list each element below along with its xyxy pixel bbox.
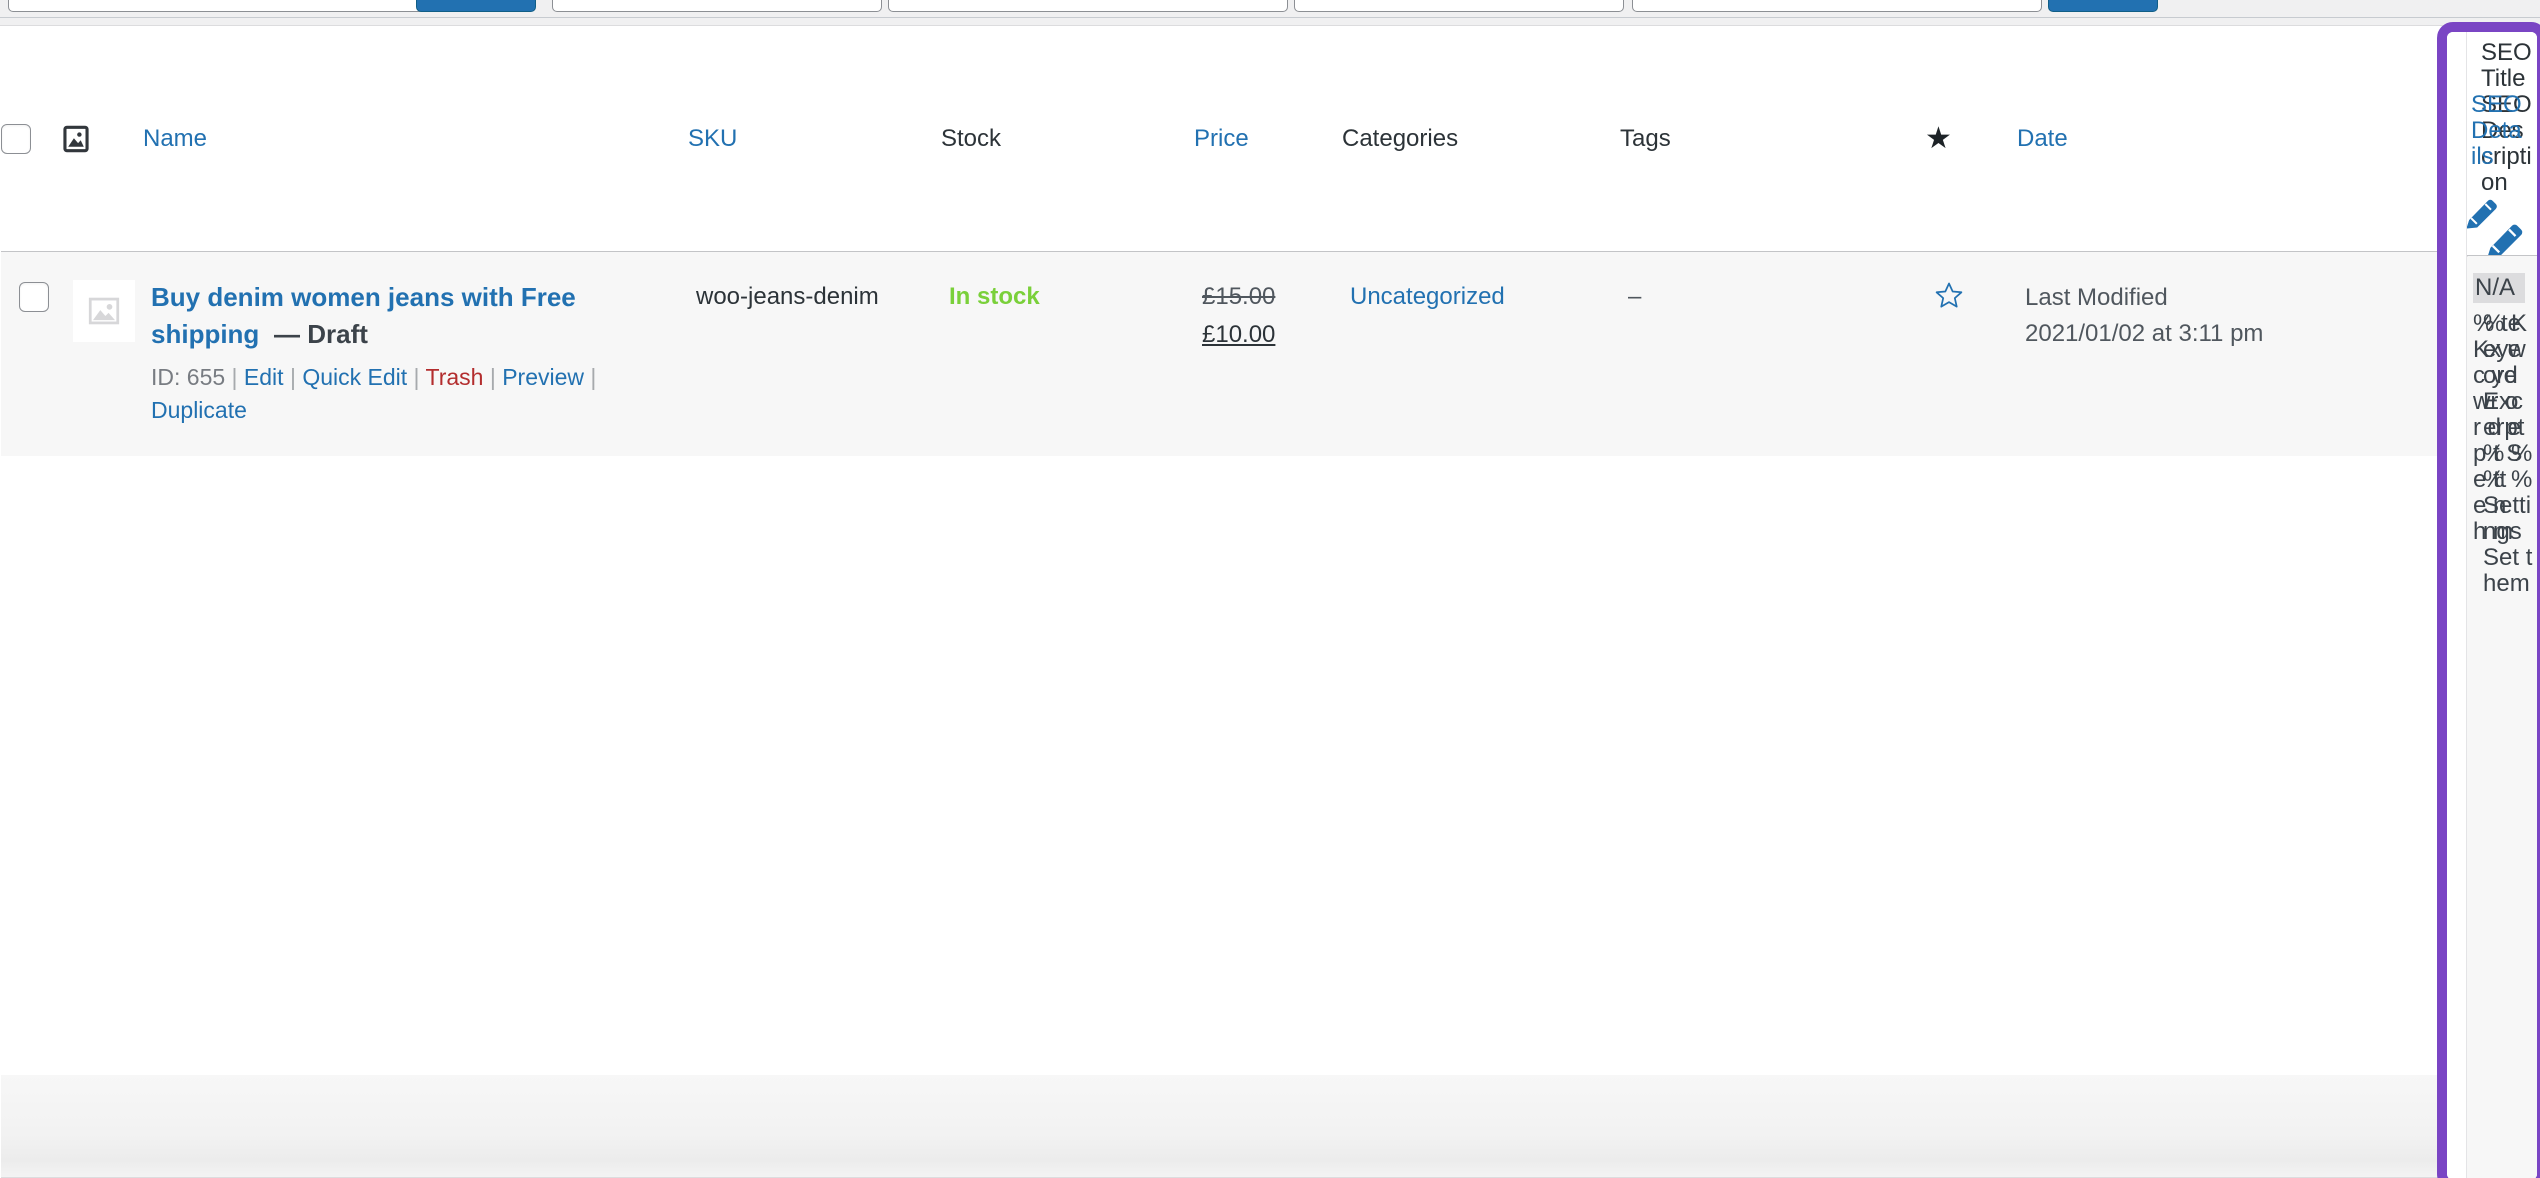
row-sku-cell: woo-jeans-denim: [688, 251, 941, 456]
row-date-cell: Last Modified 2021/01/02 at 3:11 pm: [2017, 251, 2469, 456]
tags-column-header: Tags: [1620, 26, 1925, 252]
date-column-header[interactable]: Date: [2017, 26, 2469, 252]
categories-column-header: Categories: [1342, 26, 1620, 252]
row-actions: ID: 655 | Edit | Quick Edit | Trash | Pr…: [151, 364, 597, 424]
row-tags-cell: –: [1620, 251, 1925, 456]
date-filter-select[interactable]: [1632, 0, 2042, 12]
stock-status-filter-select[interactable]: [1294, 0, 1624, 12]
products-list-screen: Name SKU Stock Price Categories Tags ★ D…: [0, 0, 2540, 1178]
trash-action[interactable]: Trash: [426, 364, 484, 390]
seo-column-values-secondary: % te Kx ec ye wr o r d e p t S e tt e n …: [2473, 310, 2523, 545]
edit-action[interactable]: Edit: [244, 364, 284, 390]
sku-value: woo-jeans-denim: [696, 282, 879, 310]
row-stock-cell: In stock: [941, 251, 1194, 456]
toolbar-divider: [0, 17, 2540, 18]
list-table-wrap: Name SKU Stock Price Categories Tags ★ D…: [1, 26, 2469, 456]
filter-toolbar: [0, 0, 2540, 26]
row-select-cell: [1, 251, 63, 456]
price-column-label: Price: [1194, 124, 1249, 152]
row-thumbnail-cell: [63, 251, 143, 456]
seo-column-stack: SEO Title SEO Description SEO Details N/…: [2467, 32, 2537, 1178]
product-type-filter-select[interactable]: [888, 0, 1288, 12]
table-head: Name SKU Stock Price Categories Tags ★ D…: [1, 26, 2469, 252]
apply-button[interactable]: [416, 0, 536, 12]
name-column-label: Name: [143, 124, 208, 152]
row-id-label: ID: 655: [151, 364, 226, 391]
post-state-label: — Draft: [274, 319, 368, 350]
image-icon: [63, 124, 89, 154]
table-body: Buy denim women jeans with Free shipping…: [1, 251, 2469, 456]
seo-details-link[interactable]: SEO Details: [2471, 32, 2523, 170]
row-featured-cell: [1925, 251, 2017, 456]
list-table-canvas: Name SKU Stock Price Categories Tags ★ D…: [0, 26, 2469, 1178]
star-filled-icon: ★: [1925, 121, 1952, 155]
row-categories-cell: Uncategorized: [1342, 251, 1620, 456]
date-label: Last Modified: [2025, 283, 2168, 311]
date-value: 2021/01/02 at 3:11 pm: [2025, 319, 2264, 347]
row-select-checkbox[interactable]: [19, 282, 49, 313]
name-column-header[interactable]: Name: [143, 26, 688, 252]
quick-edit-action[interactable]: Quick Edit: [302, 364, 407, 390]
image-placeholder-icon[interactable]: [73, 279, 135, 342]
sku-column-header[interactable]: SKU: [688, 26, 941, 252]
thumbnail-column-header: [63, 26, 143, 252]
seo-column-body: N/A % Keyword Excerpt % % % % Settings S…: [2467, 257, 2537, 1178]
table-header-row: Name SKU Stock Price Categories Tags ★ D…: [1, 26, 2469, 252]
sku-column-label: SKU: [688, 124, 738, 152]
bulk-actions-select[interactable]: [8, 0, 448, 12]
seo-column-highlight: SEO Title SEO Description SEO Details N/…: [2437, 22, 2540, 1178]
select-all-checkbox[interactable]: [1, 124, 31, 155]
price-column-header[interactable]: Price: [1194, 26, 1342, 252]
seo-column-inner: SEO Title SEO Description SEO Details N/…: [2447, 32, 2537, 1178]
sale-price: £10.00: [1202, 321, 1276, 349]
categories-column-label: Categories: [1342, 124, 1459, 152]
row-name-cell: Buy denim women jeans with Free shipping…: [143, 251, 688, 456]
filter-button[interactable]: [2048, 0, 2158, 12]
pencil-icon[interactable]: [2481, 218, 2527, 255]
date-column-label: Date: [2017, 124, 2068, 152]
stock-column-label: Stock: [941, 124, 1002, 152]
category-link[interactable]: Uncategorized: [1350, 283, 1505, 310]
row-price-cell: £15.00 £10.00: [1194, 251, 1342, 456]
products-table: Name SKU Stock Price Categories Tags ★ D…: [1, 26, 2469, 456]
stock-column-header: Stock: [941, 26, 1194, 252]
seo-column-header: SEO Title SEO Description SEO Details: [2467, 32, 2537, 256]
select-all-header: [1, 26, 63, 252]
tags-value: –: [1628, 282, 1642, 310]
seo-column-gutter: [2447, 32, 2467, 1178]
duplicate-action[interactable]: Duplicate: [151, 397, 247, 423]
table-footer-area: [1, 1075, 2469, 1178]
star-outline-icon[interactable]: [1933, 280, 1965, 323]
tags-column-label: Tags: [1620, 124, 1671, 152]
regular-price: £15.00: [1202, 282, 1276, 310]
preview-action[interactable]: Preview: [502, 364, 584, 390]
table-row: Buy denim women jeans with Free shipping…: [1, 251, 2469, 456]
category-filter-select[interactable]: [552, 0, 882, 12]
stock-status-badge: In stock: [949, 282, 1040, 310]
featured-column-header: ★: [1925, 26, 2017, 252]
